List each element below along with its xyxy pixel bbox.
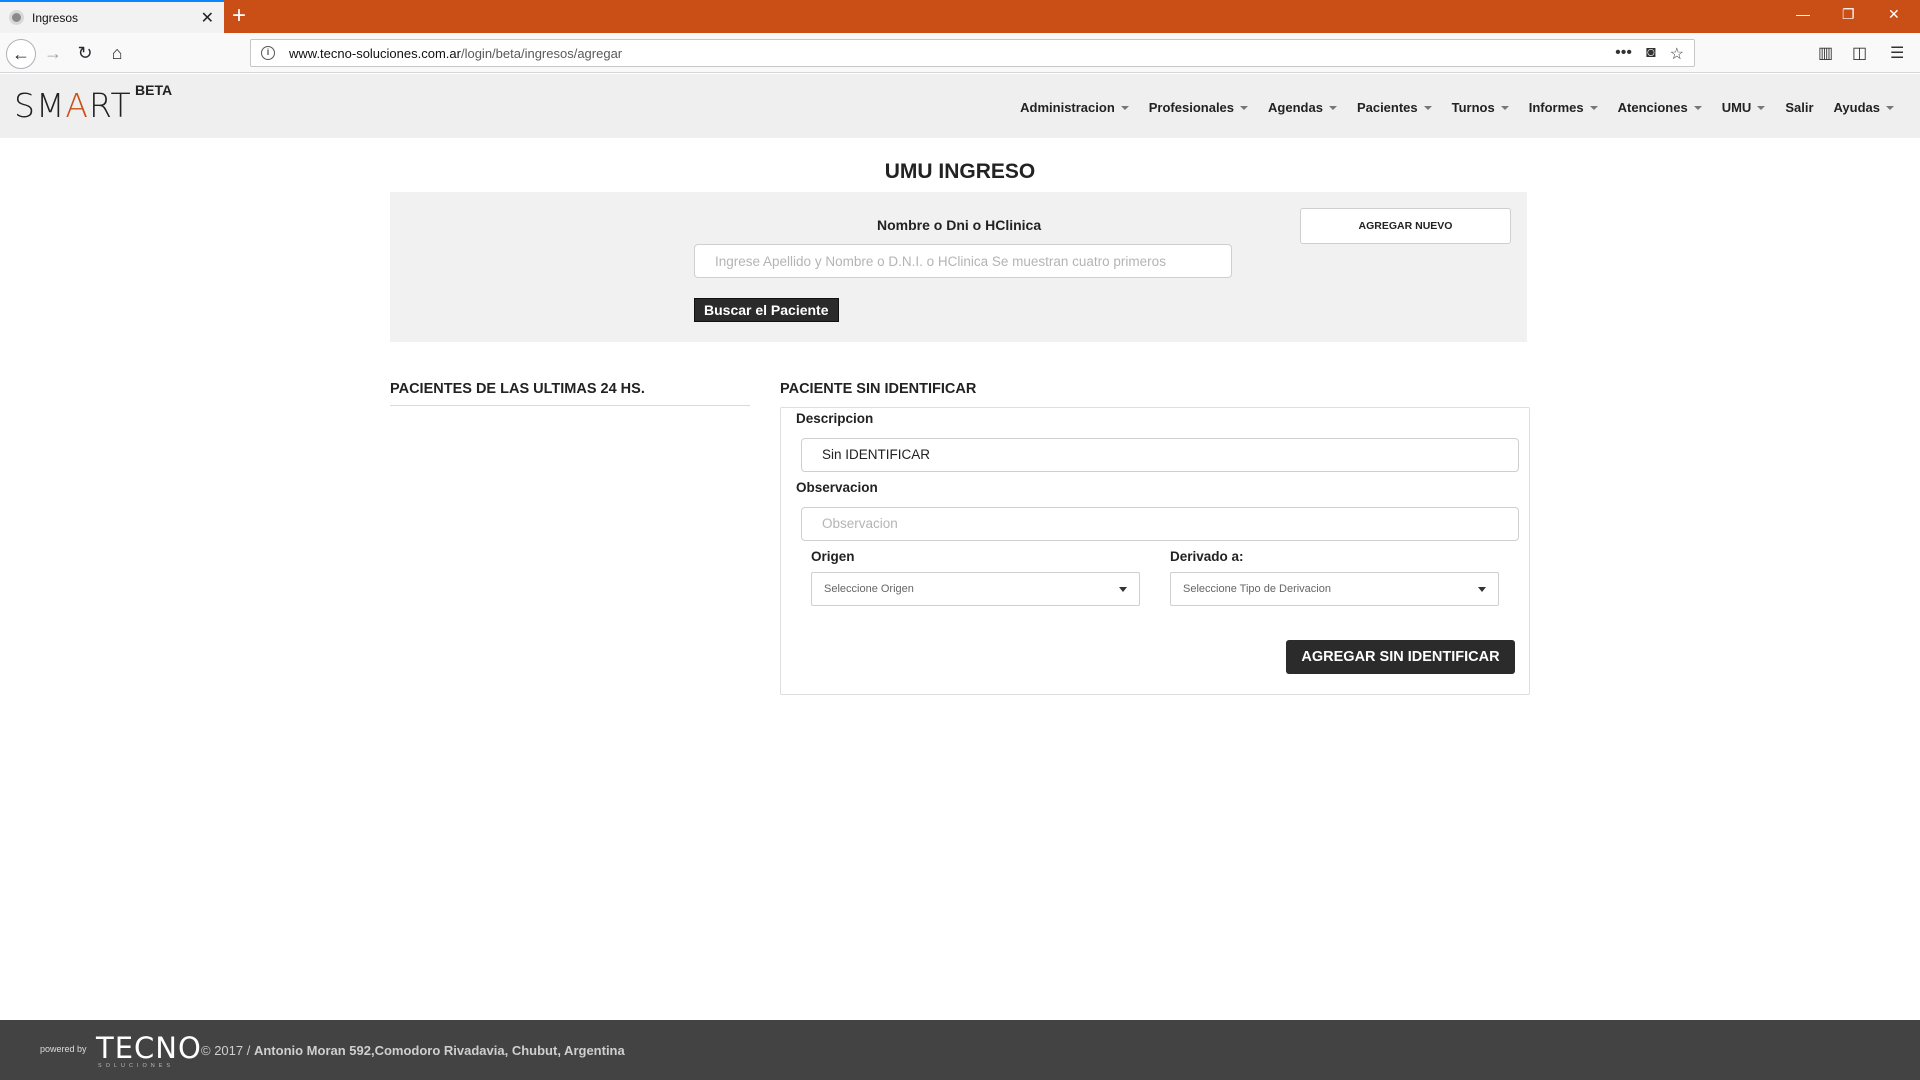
caret-down-icon (1500, 105, 1509, 110)
forward-arrow-icon[interactable]: → (40, 41, 66, 65)
menu-item-ayudas[interactable]: Ayudas (1834, 100, 1894, 115)
menu-item-umu[interactable]: UMU (1722, 100, 1766, 115)
caret-down-icon (1119, 587, 1127, 592)
descripcion-label: Descripcion (796, 411, 874, 426)
origen-selected-value: Seleccione Origen (824, 583, 914, 595)
page-title: UMU INGRESO (884, 160, 1036, 183)
menu-item-turnos[interactable]: Turnos (1452, 100, 1509, 115)
browser-tab-bar: Ingresos ✕ + — ❐ ✕ (0, 0, 1920, 33)
menu-item-pacientes[interactable]: Pacientes (1357, 100, 1432, 115)
window-close-icon[interactable]: ✕ (1888, 6, 1900, 23)
caret-down-icon (1328, 105, 1337, 110)
derivado-label: Derivado a: (1170, 549, 1244, 564)
powered-by-text: powered by (40, 1044, 87, 1054)
recent-patients-title: PACIENTES DE LAS ULTIMAS 24 HS. (390, 381, 750, 406)
main-menu: Administracion Profesionales Agendas Pac… (1020, 100, 1894, 115)
home-icon[interactable]: ⌂ (104, 41, 130, 65)
add-new-button[interactable]: AGREGAR NUEVO (1300, 208, 1511, 244)
add-unidentified-button[interactable]: AGREGAR SIN IDENTIFICAR (1286, 640, 1515, 674)
patient-search-input[interactable] (694, 244, 1232, 278)
descripcion-field[interactable]: Sin IDENTIFICAR (801, 438, 1519, 472)
pocket-icon[interactable]: ◙ (1646, 44, 1656, 64)
beta-badge: BETA (135, 82, 173, 98)
tab-close-icon[interactable]: ✕ (201, 8, 214, 28)
page-actions-icon[interactable]: ••• (1615, 44, 1632, 64)
derivado-select[interactable]: Seleccione Tipo de Derivacion (1170, 572, 1499, 606)
restore-icon[interactable]: ❐ (1842, 6, 1855, 23)
library-icon[interactable]: ▥ (1818, 43, 1833, 63)
menu-item-agendas[interactable]: Agendas (1268, 100, 1337, 115)
tab-title: Ingresos (32, 10, 79, 25)
caret-down-icon (1240, 105, 1249, 110)
menu-item-administracion[interactable]: Administracion (1020, 100, 1129, 115)
caret-down-icon (1478, 587, 1486, 592)
recent-patients-section: PACIENTES DE LAS ULTIMAS 24 HS. (390, 381, 750, 406)
browser-toolbar: ← → ↻ ⌂ i www.tecno-soluciones.com.ar/lo… (0, 33, 1920, 73)
new-tab-icon[interactable]: + (232, 3, 246, 29)
tecno-logo-subtitle: SOLUCIONES (98, 1063, 175, 1069)
caret-down-icon (1120, 105, 1129, 110)
observacion-field[interactable]: Observacion (801, 507, 1519, 541)
origen-select[interactable]: Seleccione Origen (811, 572, 1140, 606)
url-text: www.tecno-soluciones.com.ar/login/beta/i… (289, 45, 623, 61)
minimize-icon[interactable]: — (1796, 6, 1810, 22)
search-patient-button[interactable]: Buscar el Paciente (694, 298, 839, 322)
unidentified-patient-title: PACIENTE SIN IDENTIFICAR (780, 381, 977, 397)
smart-logo[interactable]: SMART (14, 86, 132, 125)
address-bar[interactable]: i www.tecno-soluciones.com.ar/login/beta… (250, 39, 1695, 67)
reload-icon[interactable]: ↻ (72, 41, 98, 65)
logo-accent: A (65, 86, 89, 125)
derivado-selected-value: Seleccione Tipo de Derivacion (1183, 583, 1331, 595)
menu-item-atenciones[interactable]: Atenciones (1618, 100, 1702, 115)
caret-down-icon (1757, 105, 1766, 110)
unidentified-patient-form: Descripcion Sin IDENTIFICAR Observacion … (780, 407, 1530, 695)
caret-down-icon (1693, 105, 1702, 110)
browser-tab[interactable]: Ingresos ✕ (0, 0, 224, 33)
app-header: SMART BETA Administracion Profesionales … (0, 74, 1920, 138)
origen-label: Origen (811, 549, 855, 564)
site-favicon-icon (9, 10, 24, 25)
menu-item-salir[interactable]: Salir (1785, 100, 1813, 115)
menu-item-informes[interactable]: Informes (1529, 100, 1598, 115)
caret-down-icon (1589, 105, 1598, 110)
back-arrow-icon[interactable]: ← (6, 39, 36, 69)
caret-down-icon (1886, 105, 1894, 110)
site-info-icon[interactable]: i (261, 46, 275, 60)
observacion-label: Observacion (796, 480, 878, 495)
bookmark-star-icon[interactable]: ☆ (1670, 44, 1684, 64)
sidebar-toggle-icon[interactable]: ◫ (1852, 43, 1867, 63)
caret-down-icon (1423, 105, 1432, 110)
hamburger-menu-icon[interactable]: ☰ (1890, 43, 1904, 63)
footer-copyright: © 2017 / Antonio Moran 592,Comodoro Riva… (201, 1043, 625, 1058)
menu-item-profesionales[interactable]: Profesionales (1149, 100, 1249, 115)
patient-search-panel: Nombre o Dni o HClinica Buscar el Pacien… (390, 192, 1527, 342)
tecno-logo: TECNO (96, 1031, 202, 1065)
footer: powered by TECNO SOLUCIONES © 2017 / Ant… (0, 1020, 1920, 1080)
search-label: Nombre o Dni o HClinica (877, 217, 1042, 233)
